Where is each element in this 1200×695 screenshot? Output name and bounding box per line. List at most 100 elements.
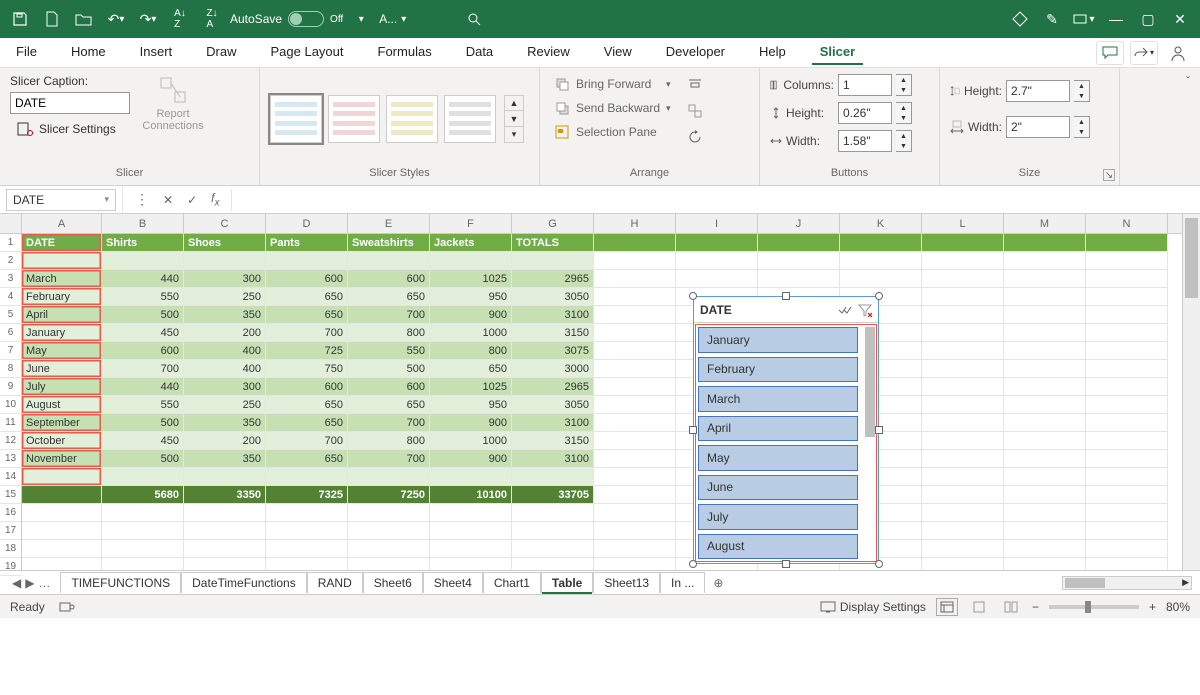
cell[interactable]	[1004, 468, 1086, 486]
cell[interactable]	[922, 540, 1004, 558]
cell[interactable]	[430, 522, 512, 540]
cell[interactable]: 550	[102, 288, 184, 306]
cell[interactable]	[1004, 234, 1086, 252]
cell[interactable]: 3050	[512, 288, 594, 306]
cell[interactable]: 700	[266, 324, 348, 342]
cell[interactable]: 900	[430, 450, 512, 468]
tab-developer[interactable]: Developer	[658, 40, 733, 65]
cell[interactable]	[594, 504, 676, 522]
cell[interactable]: 440	[102, 270, 184, 288]
cell[interactable]: 650	[348, 288, 430, 306]
cell[interactable]: 650	[266, 288, 348, 306]
sheet-nav-prev-icon[interactable]: ◀	[12, 576, 21, 590]
cell[interactable]: 250	[184, 396, 266, 414]
cell[interactable]: June	[22, 360, 102, 378]
cell[interactable]	[512, 252, 594, 270]
cell[interactable]	[1004, 270, 1086, 288]
row-header[interactable]: 12	[0, 432, 21, 450]
cell[interactable]: 3050	[512, 396, 594, 414]
size-dialog-launcher-icon[interactable]: ↘	[1103, 169, 1115, 181]
sheet-tab[interactable]: Sheet4	[423, 572, 483, 593]
cell[interactable]: 650	[266, 396, 348, 414]
cell[interactable]: 400	[184, 342, 266, 360]
cell[interactable]	[1004, 360, 1086, 378]
cell[interactable]	[1086, 540, 1168, 558]
name-box[interactable]: DATE ▾	[6, 189, 116, 211]
cell[interactable]: 7325	[266, 486, 348, 504]
btn-width-spinner[interactable]: ▲▼	[896, 130, 912, 152]
cell[interactable]	[1086, 468, 1168, 486]
cell[interactable]: October	[22, 432, 102, 450]
cell[interactable]	[184, 522, 266, 540]
size-width-input[interactable]: 2"	[1006, 116, 1070, 138]
cell[interactable]	[1086, 324, 1168, 342]
row-header[interactable]: 9	[0, 378, 21, 396]
rotate-button[interactable]	[683, 126, 707, 148]
slicer-item[interactable]: March	[698, 386, 858, 412]
sheet-tab[interactable]: TIMEFUNCTIONS	[60, 572, 181, 593]
cell[interactable]: 700	[348, 306, 430, 324]
cell[interactable]	[1086, 396, 1168, 414]
row-header[interactable]: 7	[0, 342, 21, 360]
cell[interactable]: 2965	[512, 378, 594, 396]
cell[interactable]: 800	[348, 432, 430, 450]
cell[interactable]	[1004, 306, 1086, 324]
cell[interactable]	[1086, 414, 1168, 432]
cell[interactable]: 650	[266, 450, 348, 468]
column-header[interactable]: J	[758, 214, 840, 233]
cell[interactable]	[922, 378, 1004, 396]
cell[interactable]	[1004, 342, 1086, 360]
cell[interactable]	[430, 504, 512, 522]
column-header[interactable]: D	[266, 214, 348, 233]
cell[interactable]	[1086, 432, 1168, 450]
cell[interactable]	[22, 558, 102, 570]
cell[interactable]	[840, 234, 922, 252]
cell[interactable]	[184, 504, 266, 522]
zoom-out-icon[interactable]: −	[1032, 600, 1039, 614]
cell[interactable]: May	[22, 342, 102, 360]
cell[interactable]	[1004, 396, 1086, 414]
cell[interactable]	[348, 504, 430, 522]
cell[interactable]	[348, 558, 430, 570]
cell[interactable]	[266, 504, 348, 522]
cell[interactable]	[1086, 450, 1168, 468]
tab-home[interactable]: Home	[63, 40, 114, 65]
cell[interactable]	[266, 252, 348, 270]
resize-handle[interactable]	[689, 426, 697, 434]
cell[interactable]	[348, 540, 430, 558]
open-icon[interactable]	[70, 5, 98, 33]
cell[interactable]: July	[22, 378, 102, 396]
cell[interactable]	[594, 360, 676, 378]
slicer-item[interactable]: January	[698, 327, 858, 353]
cell[interactable]: 250	[184, 288, 266, 306]
cell[interactable]	[266, 558, 348, 570]
columns-spinner[interactable]: ▲▼	[896, 74, 912, 96]
resize-handle[interactable]	[875, 426, 883, 434]
cell[interactable]	[22, 252, 102, 270]
cell[interactable]: 900	[430, 306, 512, 324]
cell[interactable]: January	[22, 324, 102, 342]
sheet-nav-more-icon[interactable]: …	[38, 576, 50, 590]
cell[interactable]	[758, 252, 840, 270]
row-header[interactable]: 17	[0, 522, 21, 540]
cell[interactable]: 1000	[430, 324, 512, 342]
cell[interactable]	[1004, 324, 1086, 342]
sort-asc-icon[interactable]: A↓Z	[166, 5, 194, 33]
tab-insert[interactable]: Insert	[132, 40, 181, 65]
cell[interactable]: 2965	[512, 270, 594, 288]
sheet-tab[interactable]: In ...	[660, 572, 705, 593]
slicer-item[interactable]: June	[698, 475, 858, 501]
cell[interactable]	[922, 450, 1004, 468]
cell[interactable]	[348, 468, 430, 486]
tab-view[interactable]: View	[596, 40, 640, 65]
name-box-dropdown-icon[interactable]: ▾	[104, 194, 109, 205]
slicer-object[interactable]: DATE JanuaryFebruaryMarchAprilMayJuneJul…	[693, 296, 879, 564]
new-file-icon[interactable]	[38, 5, 66, 33]
cell[interactable]	[594, 252, 676, 270]
cell[interactable]: 800	[430, 342, 512, 360]
tab-data[interactable]: Data	[458, 40, 501, 65]
cell[interactable]: August	[22, 396, 102, 414]
row-header[interactable]: 4	[0, 288, 21, 306]
cell[interactable]	[922, 396, 1004, 414]
cell[interactable]	[922, 324, 1004, 342]
